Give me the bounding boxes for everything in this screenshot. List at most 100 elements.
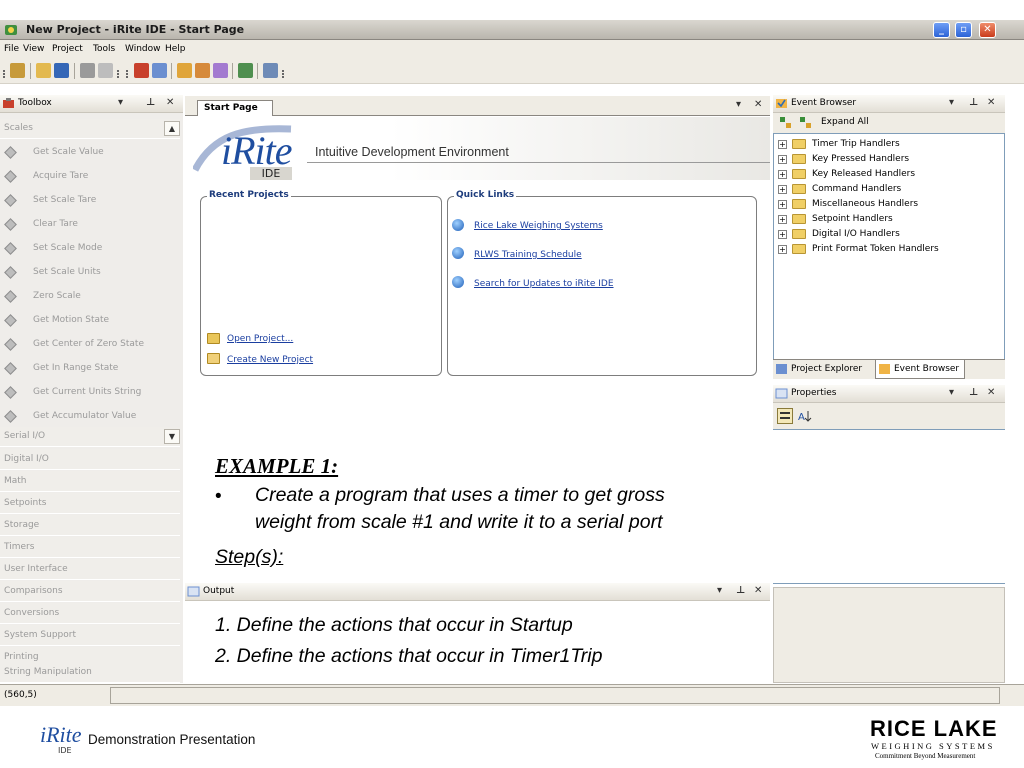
menu-window[interactable]: Window — [125, 44, 161, 54]
print-preview-icon[interactable] — [98, 63, 113, 78]
new-project-icon[interactable] — [10, 63, 25, 78]
toolbox-category[interactable]: Math — [0, 471, 180, 492]
toolbox-panel: Toolbox ▾ ⊥ ✕ Scales ▲ Get Scale Value A… — [0, 95, 183, 683]
window-title: New Project - iRite IDE - Start Page — [26, 23, 245, 36]
pin-icon[interactable]: ⊥ — [969, 387, 978, 398]
toolbox-item[interactable]: Acquire Tare — [0, 165, 183, 189]
event-browser-title: Event Browser — [791, 98, 857, 108]
svg-text:A: A — [798, 412, 805, 423]
tab-start-page[interactable]: Start Page — [197, 100, 273, 116]
dropdown-icon[interactable]: ▾ — [949, 387, 954, 398]
pin-icon[interactable]: ⊥ — [969, 97, 978, 108]
toolbox-icon[interactable] — [134, 63, 149, 78]
toolbox-group-serial[interactable]: Serial I/O ▼ — [0, 427, 180, 447]
pin-icon[interactable]: ⊥ — [736, 585, 745, 596]
event-browser-icon[interactable] — [177, 63, 192, 78]
toolbox-category-label: Digital I/O — [4, 454, 49, 464]
download-icon[interactable] — [263, 63, 278, 78]
project-explorer-icon[interactable] — [152, 63, 167, 78]
menu-file[interactable]: File — [4, 44, 19, 54]
quick-link[interactable]: Search for Updates to iRite IDE — [474, 279, 614, 289]
expand-all-button[interactable]: Expand All — [821, 117, 869, 127]
event-browser-icon — [776, 99, 787, 108]
function-icon — [4, 386, 17, 399]
toolbox-category[interactable]: Conversions — [0, 603, 180, 624]
toolbox-item[interactable]: Get Center of Zero State — [0, 333, 183, 357]
expand-icon[interactable]: + — [778, 245, 787, 254]
toolbox-category[interactable]: System Support — [0, 625, 180, 646]
toolbox-item[interactable]: Get Accumulator Value — [0, 405, 183, 429]
expand-icon[interactable]: + — [778, 185, 787, 194]
expand-icon[interactable]: + — [778, 170, 787, 179]
toolbox-category[interactable]: User Interface — [0, 559, 180, 580]
expand-all-icon[interactable] — [799, 116, 813, 130]
expand-icon[interactable]: + — [778, 215, 787, 224]
toolbox-category[interactable]: Setpoints — [0, 493, 180, 514]
toolbox-item-label: Zero Scale — [33, 291, 81, 301]
toolbox-item[interactable]: Get Current Units String — [0, 381, 183, 405]
print-icon[interactable] — [80, 63, 95, 78]
tab-list-icon[interactable]: ▾ — [736, 99, 741, 110]
dropdown-icon[interactable]: ▾ — [118, 97, 123, 108]
toolbox-item-label: Set Scale Tare — [33, 195, 97, 205]
menu-view[interactable]: View — [23, 44, 44, 54]
minimize-button[interactable]: _ — [933, 22, 950, 38]
toolbox-item[interactable]: Zero Scale — [0, 285, 183, 309]
toolbox-category[interactable]: Comparisons — [0, 581, 180, 602]
function-icon — [4, 266, 17, 279]
close-icon[interactable]: ✕ — [987, 387, 995, 398]
maximize-button[interactable]: ▫ — [955, 22, 972, 38]
expand-icon[interactable]: + — [778, 155, 787, 164]
toolbox-category[interactable]: Timers — [0, 537, 180, 558]
collapse-tree-icon[interactable] — [779, 116, 793, 130]
close-icon[interactable]: ✕ — [987, 97, 995, 108]
close-button[interactable]: ✕ — [979, 22, 996, 38]
open-project-link[interactable]: Open Project... — [227, 334, 293, 344]
dropdown-icon[interactable]: ▾ — [717, 585, 722, 596]
toolbox-item[interactable]: Set Scale Tare — [0, 189, 183, 213]
toolbox-item[interactable]: Get Motion State — [0, 309, 183, 333]
tab-event-browser[interactable]: Event Browser — [875, 360, 965, 379]
window-titlebar[interactable]: New Project - iRite IDE - Start Page _ ▫… — [0, 20, 1024, 40]
tab-project-explorer[interactable]: Project Explorer — [773, 360, 873, 379]
quick-link[interactable]: RLWS Training Schedule — [474, 250, 582, 260]
close-icon[interactable]: ✕ — [754, 585, 762, 596]
toolbar-overflow-icon[interactable] — [117, 70, 121, 78]
toolbar-overflow-icon[interactable] — [282, 70, 286, 78]
toolbar-grip[interactable] — [126, 70, 130, 78]
expand-icon[interactable]: + — [778, 200, 787, 209]
toolbox-item[interactable]: Set Scale Mode — [0, 237, 183, 261]
menu-help[interactable]: Help — [165, 44, 186, 54]
toolbox-group-scales[interactable]: Scales ▲ — [0, 119, 180, 139]
close-icon[interactable]: ✕ — [754, 99, 762, 110]
categorized-icon[interactable] — [777, 408, 793, 424]
sort-alphabetical-icon[interactable]: A — [797, 408, 813, 424]
expand-icon[interactable]: + — [778, 140, 787, 149]
toolbar-separator — [232, 63, 233, 79]
toolbox-item[interactable]: Set Scale Units — [0, 261, 183, 285]
save-icon[interactable] — [54, 63, 69, 78]
quick-link[interactable]: Rice Lake Weighing Systems — [474, 221, 603, 231]
dropdown-icon[interactable]: ▾ — [949, 97, 954, 108]
chevron-down-icon[interactable]: ▼ — [164, 429, 180, 444]
pin-icon[interactable]: ⊥ — [146, 97, 155, 108]
menu-project[interactable]: Project — [52, 44, 83, 54]
toolbox-item[interactable]: Get In Range State — [0, 357, 183, 381]
open-folder-icon[interactable] — [36, 63, 51, 78]
toolbar-grip[interactable] — [3, 70, 7, 78]
folder-icon — [792, 139, 806, 149]
toolbox-category[interactable]: String Manipulation — [0, 662, 180, 683]
close-icon[interactable]: ✕ — [166, 97, 174, 108]
expand-icon[interactable]: + — [778, 230, 787, 239]
toolbox-item[interactable]: Get Scale Value — [0, 141, 183, 165]
chevron-up-icon[interactable]: ▲ — [164, 121, 180, 136]
build-icon[interactable] — [238, 63, 253, 78]
properties-icon[interactable] — [195, 63, 210, 78]
output-icon[interactable] — [213, 63, 228, 78]
menu-tools[interactable]: Tools — [93, 44, 115, 54]
quick-links-title: Quick Links — [454, 190, 517, 200]
toolbox-category[interactable]: Storage — [0, 515, 180, 536]
create-new-project-link[interactable]: Create New Project — [227, 355, 313, 365]
toolbox-item[interactable]: Clear Tare — [0, 213, 183, 237]
toolbox-category[interactable]: Digital I/O — [0, 449, 180, 470]
